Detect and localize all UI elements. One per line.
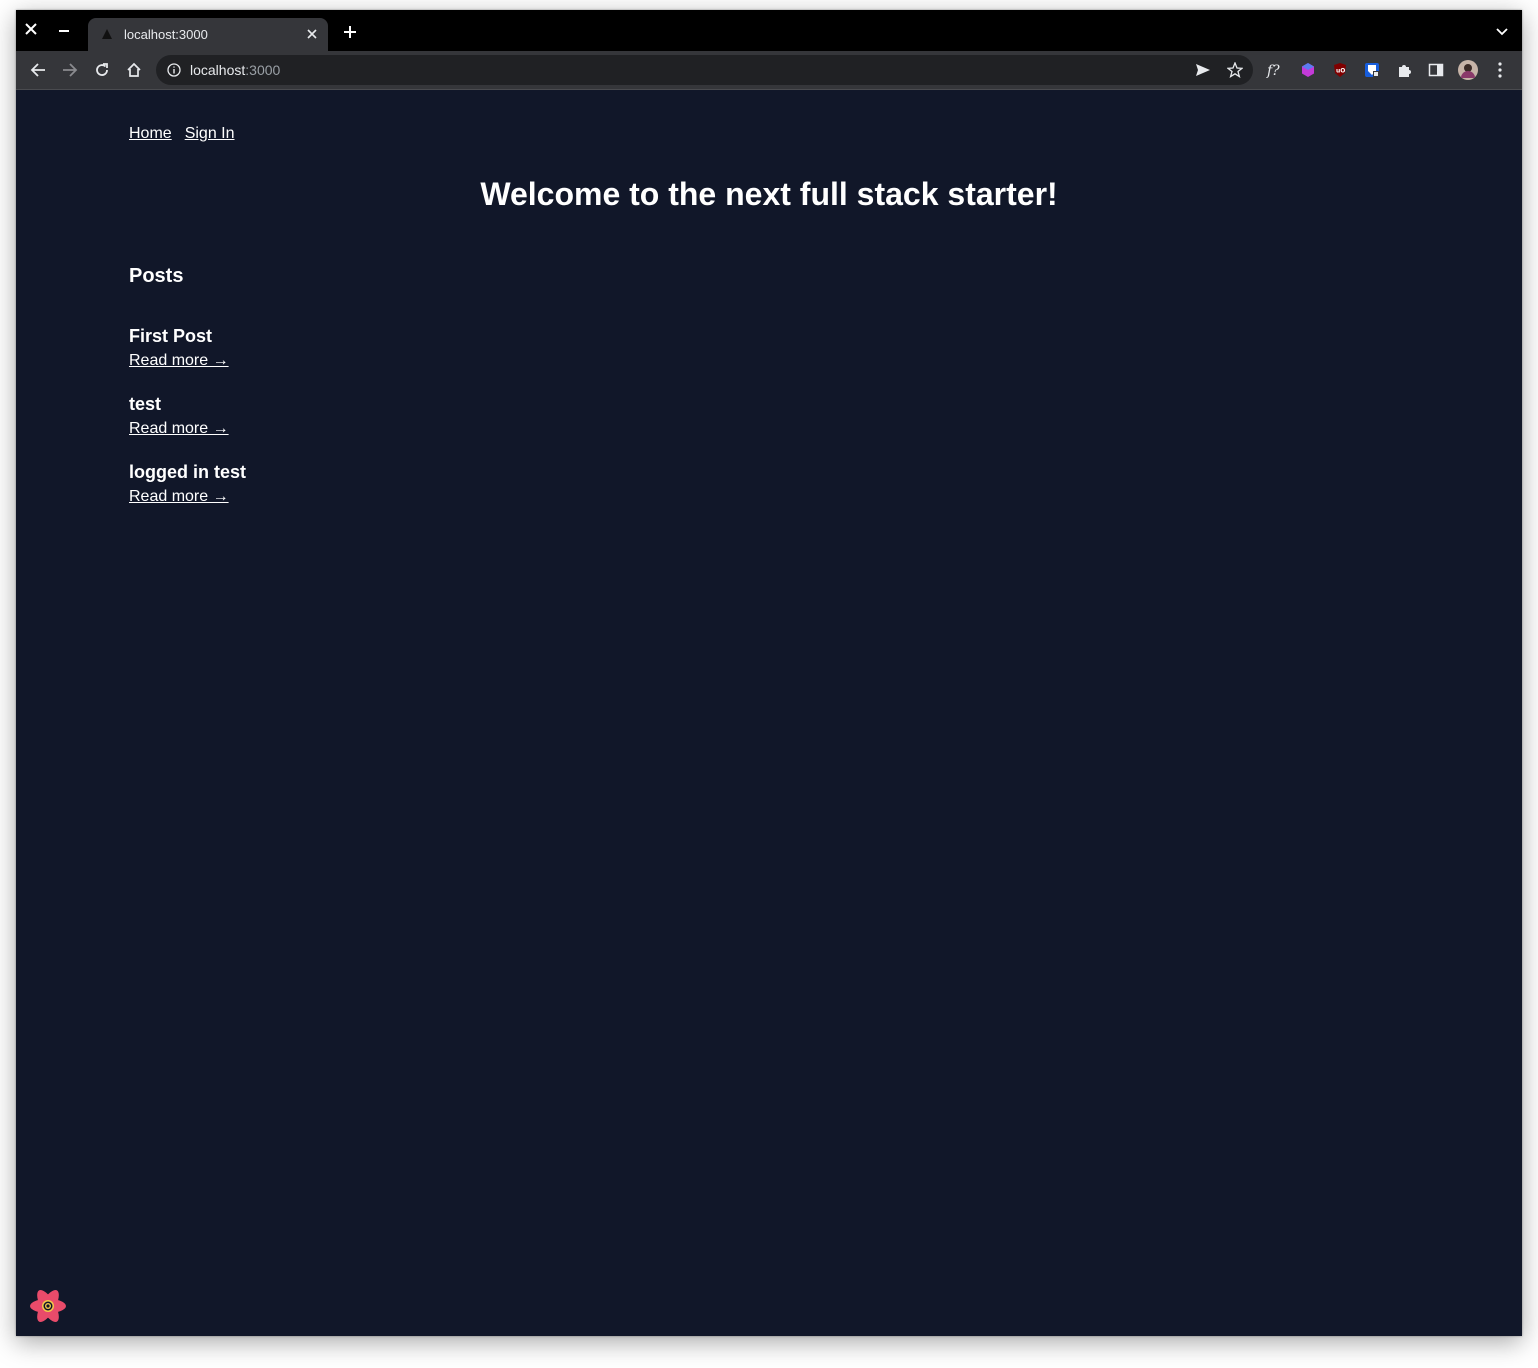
react-query-devtools-icon[interactable]	[28, 1286, 68, 1326]
post-item: First Post Read more →	[129, 325, 229, 370]
post-item: test Read more →	[129, 393, 229, 438]
profile-avatar-icon[interactable]	[1458, 60, 1478, 80]
browser-toolbar: localhost:3000 f? uO	[16, 51, 1522, 90]
home-icon[interactable]	[124, 60, 144, 80]
back-arrow-icon[interactable]	[28, 60, 48, 80]
chevron-down-icon[interactable]	[1494, 24, 1510, 40]
url-port: :3000	[245, 62, 281, 78]
post-title: test	[129, 394, 162, 414]
favicon-icon	[102, 29, 112, 39]
address-bar[interactable]: localhost:3000	[156, 55, 1253, 85]
posts-heading: Posts	[129, 265, 184, 287]
window-close-icon[interactable]	[20, 18, 42, 40]
site-info-icon[interactable]	[166, 62, 182, 78]
formula-extension-icon[interactable]: f?	[1266, 60, 1286, 80]
tab-title: localhost:3000	[124, 27, 208, 42]
top-nav: Home Sign In	[129, 125, 248, 143]
cube-extension-icon[interactable]	[1298, 60, 1318, 80]
tab-localhost[interactable]: localhost:3000	[88, 18, 328, 51]
post-title: logged in test	[129, 462, 246, 482]
send-icon[interactable]	[1193, 60, 1213, 80]
post-title: First Post	[129, 326, 213, 346]
tab-close-icon[interactable]	[304, 26, 320, 42]
svg-text:uO: uO	[1336, 68, 1345, 75]
ublock-extension-icon[interactable]: uO	[1330, 60, 1350, 80]
read-more-link[interactable]: Read more →	[129, 488, 229, 506]
read-more-link[interactable]: Read more →	[129, 420, 229, 438]
browser-window: localhost:3000 localhost:3000 f? uO Home…	[16, 10, 1522, 1336]
page-content: Home Sign In Welcome to the next full sta…	[16, 90, 1522, 1336]
kebab-menu-icon[interactable]	[1490, 60, 1510, 80]
bookmark-star-icon[interactable]	[1225, 60, 1245, 80]
window-minimize-icon[interactable]	[53, 18, 75, 40]
page-title: Welcome to the next full stack starter!	[480, 176, 1058, 212]
bitwarden-extension-icon[interactable]	[1362, 60, 1382, 80]
post-item: logged in test Read more →	[129, 461, 246, 506]
new-tab-icon[interactable]	[340, 22, 360, 42]
svg-text:f?: f?	[1266, 63, 1280, 79]
nav-signin-link[interactable]: Sign In	[185, 125, 235, 142]
url-host: localhost	[190, 62, 246, 78]
read-more-link[interactable]: Read more →	[129, 352, 229, 370]
url-text: localhost:3000	[190, 62, 280, 78]
forward-arrow-icon[interactable]	[60, 60, 80, 80]
side-panel-icon[interactable]	[1426, 60, 1446, 80]
reload-icon[interactable]	[92, 60, 112, 80]
tab-strip: localhost:3000	[16, 10, 1522, 51]
nav-home-link[interactable]: Home	[129, 125, 172, 142]
extensions-puzzle-icon[interactable]	[1394, 60, 1414, 80]
